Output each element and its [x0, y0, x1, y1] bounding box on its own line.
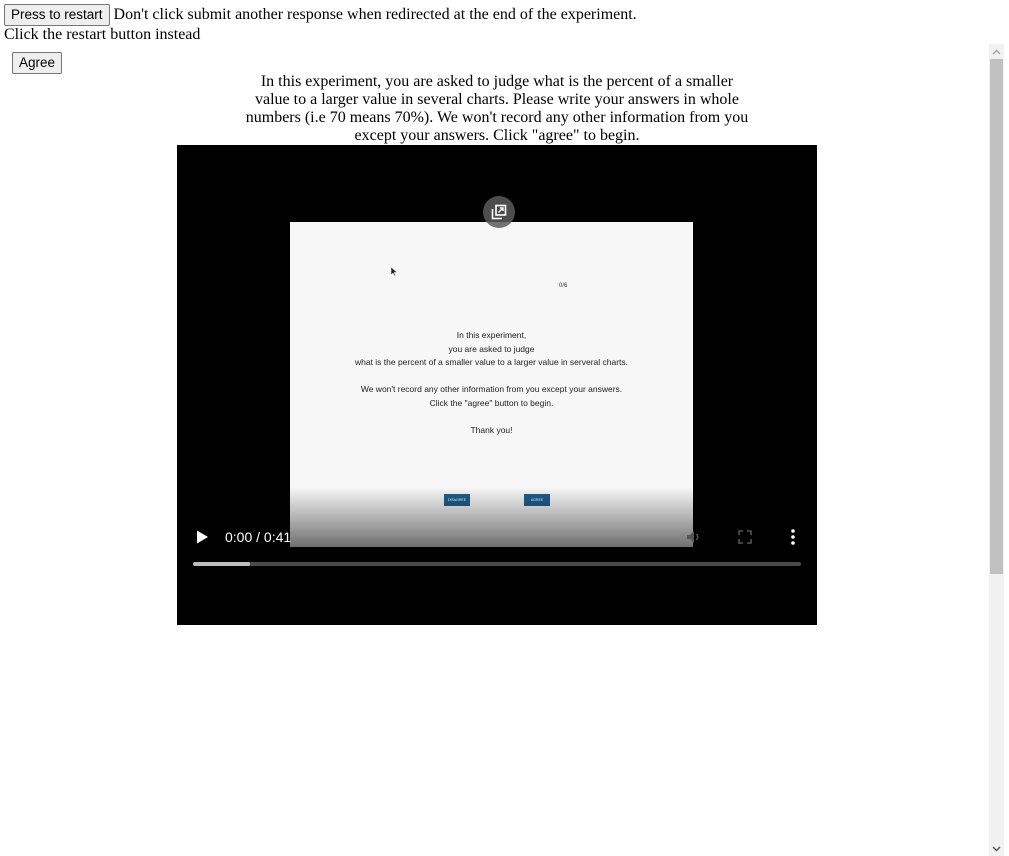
- preview-line: what is the percent of a smaller value t…: [354, 357, 629, 367]
- scroll-up-arrow[interactable]: [989, 44, 1004, 59]
- time-display: 0:00 / 0:41: [225, 529, 292, 545]
- chevron-down-icon: [992, 846, 1001, 851]
- tutorial-video[interactable]: 0/6 In this experiment, you are asked to…: [177, 145, 817, 625]
- video-controls: 0:00 / 0:41: [177, 525, 817, 549]
- picture-in-picture-button[interactable]: [483, 196, 515, 228]
- play-icon[interactable]: [194, 529, 210, 545]
- video-timeline[interactable]: [193, 562, 801, 566]
- survey-frame: Agree In this experiment, you are asked …: [4, 44, 1004, 856]
- preview-line: Click the "agree" button to begin.: [429, 398, 554, 408]
- preview-line: In this experiment,: [456, 330, 527, 340]
- preview-line: you are asked to judge: [448, 344, 535, 354]
- page: Press to restart Don't click submit anot…: [0, 0, 1009, 856]
- preview-counter: 0/6: [559, 283, 568, 289]
- video-frame-preview: 0/6 In this experiment, you are asked to…: [290, 222, 693, 547]
- mouse-cursor-icon: [391, 267, 398, 277]
- picture-in-picture-icon: [491, 204, 507, 220]
- restart-bar: Press to restart Don't click submit anot…: [4, 4, 637, 26]
- restart-note: Click the restart button instead: [4, 26, 201, 43]
- agree-button[interactable]: Agree: [12, 52, 63, 74]
- preview-line: We won't record any other information fr…: [360, 384, 623, 394]
- fullscreen-icon[interactable]: [737, 529, 753, 545]
- timeline-buffered: [193, 562, 251, 566]
- scrollbar-thumb[interactable]: [990, 59, 1003, 574]
- more-options-icon[interactable]: [785, 528, 801, 546]
- instructions-text: In this experiment, you are asked to jud…: [245, 73, 749, 144]
- preview-line: Thank you!: [470, 425, 513, 435]
- vertical-scrollbar[interactable]: [989, 44, 1004, 856]
- scroll-down-arrow[interactable]: [989, 841, 1004, 856]
- restart-button[interactable]: Press to restart: [4, 4, 110, 26]
- chevron-up-icon: [992, 49, 1001, 54]
- restart-warning: Don't click submit another response when…: [113, 6, 637, 23]
- volume-icon[interactable]: [686, 529, 702, 545]
